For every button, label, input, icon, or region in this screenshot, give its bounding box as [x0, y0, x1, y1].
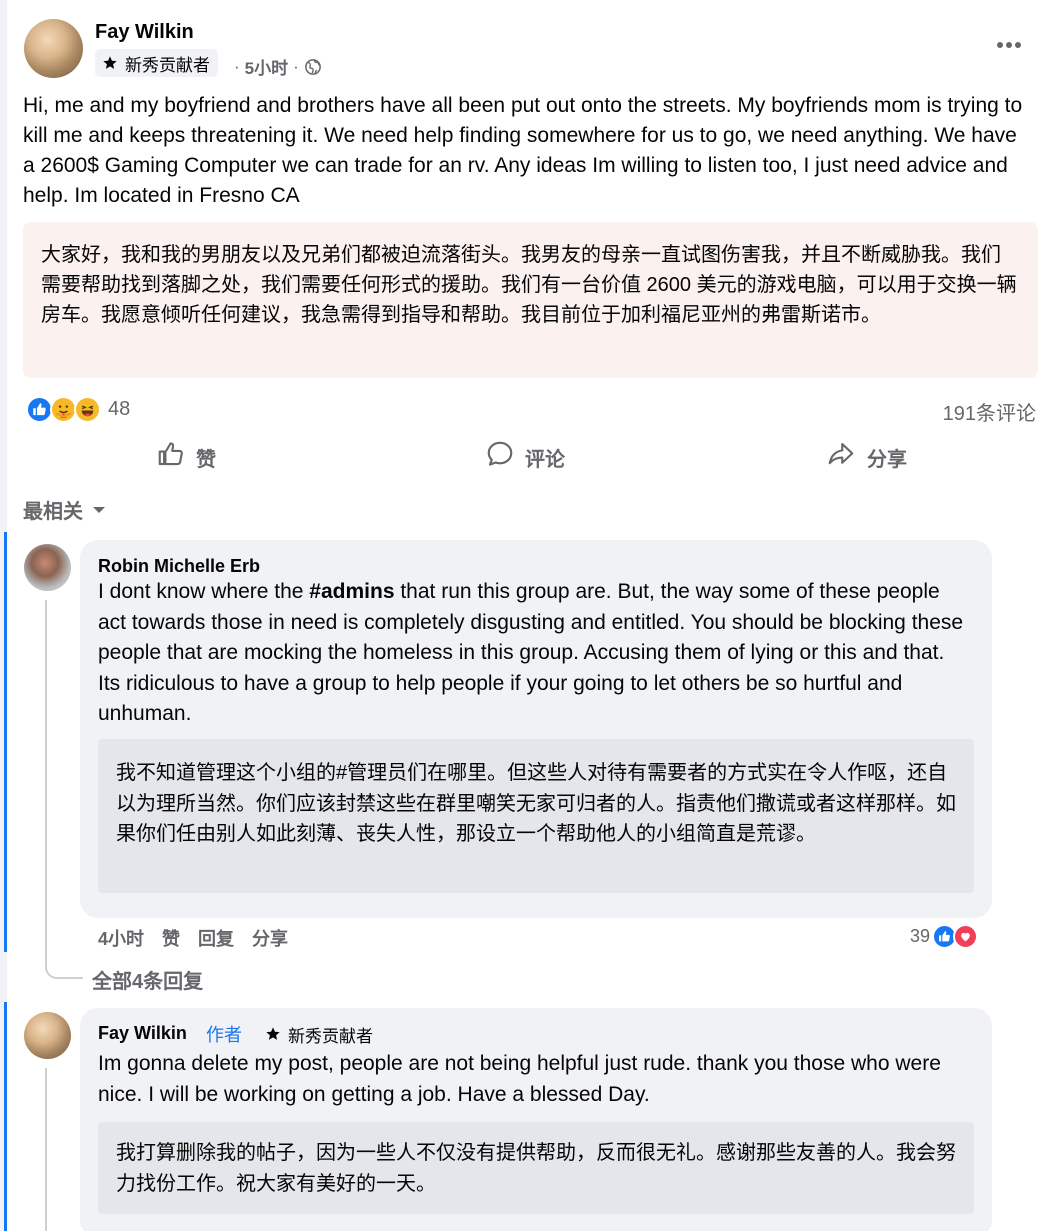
- commenter-avatar[interactable]: [24, 544, 71, 591]
- author-tag: 作者: [206, 1025, 242, 1045]
- commenter-name[interactable]: Fay Wilkin: [98, 1023, 187, 1044]
- comment-reaction-count: 39: [910, 926, 931, 946]
- reaction-count: 48: [108, 398, 131, 420]
- comment-share-button[interactable]: 分享: [252, 925, 288, 951]
- thumbs-up-icon: [156, 439, 186, 475]
- like-reaction-icon: [26, 396, 53, 423]
- sort-label: 最相关: [23, 501, 83, 523]
- contributor-badge[interactable]: 新秀贡献者: [95, 49, 218, 77]
- share-label: 分享: [867, 448, 907, 471]
- comment-count[interactable]: 191条评论: [943, 397, 1036, 426]
- view-replies-link[interactable]: 全部4条回复: [92, 965, 203, 994]
- comment-reply-button[interactable]: 回复: [198, 925, 234, 951]
- comment-bubble-icon: [485, 439, 515, 475]
- star-icon: [264, 1025, 282, 1043]
- comment-translation: 我不知道管理这个小组的#管理员们在哪里。但这些人对待有需要者的方式实在令人作呕，…: [98, 739, 974, 893]
- comment-text-part: I dont know where the: [98, 580, 310, 603]
- star-icon: [101, 54, 119, 72]
- comment-sort-dropdown[interactable]: 最相关: [23, 495, 107, 524]
- badge-label: 新秀贡献者: [125, 55, 210, 75]
- post-timestamp[interactable]: 5小时: [245, 54, 288, 79]
- post-translation: 大家好，我和我的男朋友以及兄弟们都被迫流落街头。我男友的母亲一直试图伤害我，并且…: [23, 222, 1038, 378]
- commenter-avatar[interactable]: [24, 1012, 71, 1059]
- badge-label: 新秀贡献者: [288, 1026, 373, 1046]
- post-page: Fay Wilkin 新秀贡献者 · 5小时 · Hi, me and my b…: [0, 0, 1042, 1231]
- comment-text: Im gonna delete my post, people are not …: [98, 1052, 941, 1106]
- comment-actions: 4小时 赞 回复 分享: [98, 925, 288, 951]
- more-dots-icon[interactable]: [994, 35, 1024, 55]
- comment-text: I dont know where the #admins that run t…: [98, 577, 968, 730]
- like-label: 赞: [196, 448, 216, 471]
- haha-reaction-icon: [74, 396, 101, 423]
- care-reaction-icon: [50, 396, 77, 423]
- like-button[interactable]: 赞: [156, 435, 216, 479]
- reaction-summary[interactable]: 48: [26, 396, 130, 423]
- caret-down-icon: [91, 498, 107, 521]
- globe-icon[interactable]: [304, 58, 322, 76]
- share-button[interactable]: 分享: [825, 435, 907, 479]
- commenter-name[interactable]: Robin Michelle Erb: [98, 556, 260, 577]
- comment-reaction-summary[interactable]: 39: [910, 924, 979, 949]
- comment-timestamp[interactable]: 4小时: [98, 925, 144, 951]
- separator: ·: [234, 56, 240, 76]
- hashtag-link[interactable]: #admins: [309, 580, 394, 603]
- separator: ·: [293, 56, 299, 76]
- share-arrow-icon: [825, 439, 857, 475]
- comment-like-button[interactable]: 赞: [162, 925, 180, 951]
- highlight-bar: [4, 532, 7, 952]
- post-author-avatar[interactable]: [24, 19, 83, 78]
- post-author-name[interactable]: Fay Wilkin: [95, 21, 194, 44]
- comment-button[interactable]: 评论: [485, 435, 565, 479]
- love-reaction-icon: [953, 924, 979, 949]
- comment-label: 评论: [525, 448, 565, 471]
- highlight-bar: [4, 1002, 7, 1231]
- thread-connector: [45, 1068, 47, 1231]
- thread-connector: [45, 945, 83, 979]
- post-action-bar: 赞 评论 分享: [0, 435, 1042, 479]
- contributor-badge[interactable]: 新秀贡献者: [258, 1020, 381, 1048]
- comment-translation: 我打算删除我的帖子，因为一些人不仅没有提供帮助，反而很无礼。感谢那些友善的人。我…: [98, 1122, 974, 1214]
- post-text: Hi, me and my boyfriend and brothers hav…: [23, 94, 1023, 207]
- thread-connector: [45, 600, 47, 968]
- post-meta: · 5小时 ·: [234, 54, 322, 79]
